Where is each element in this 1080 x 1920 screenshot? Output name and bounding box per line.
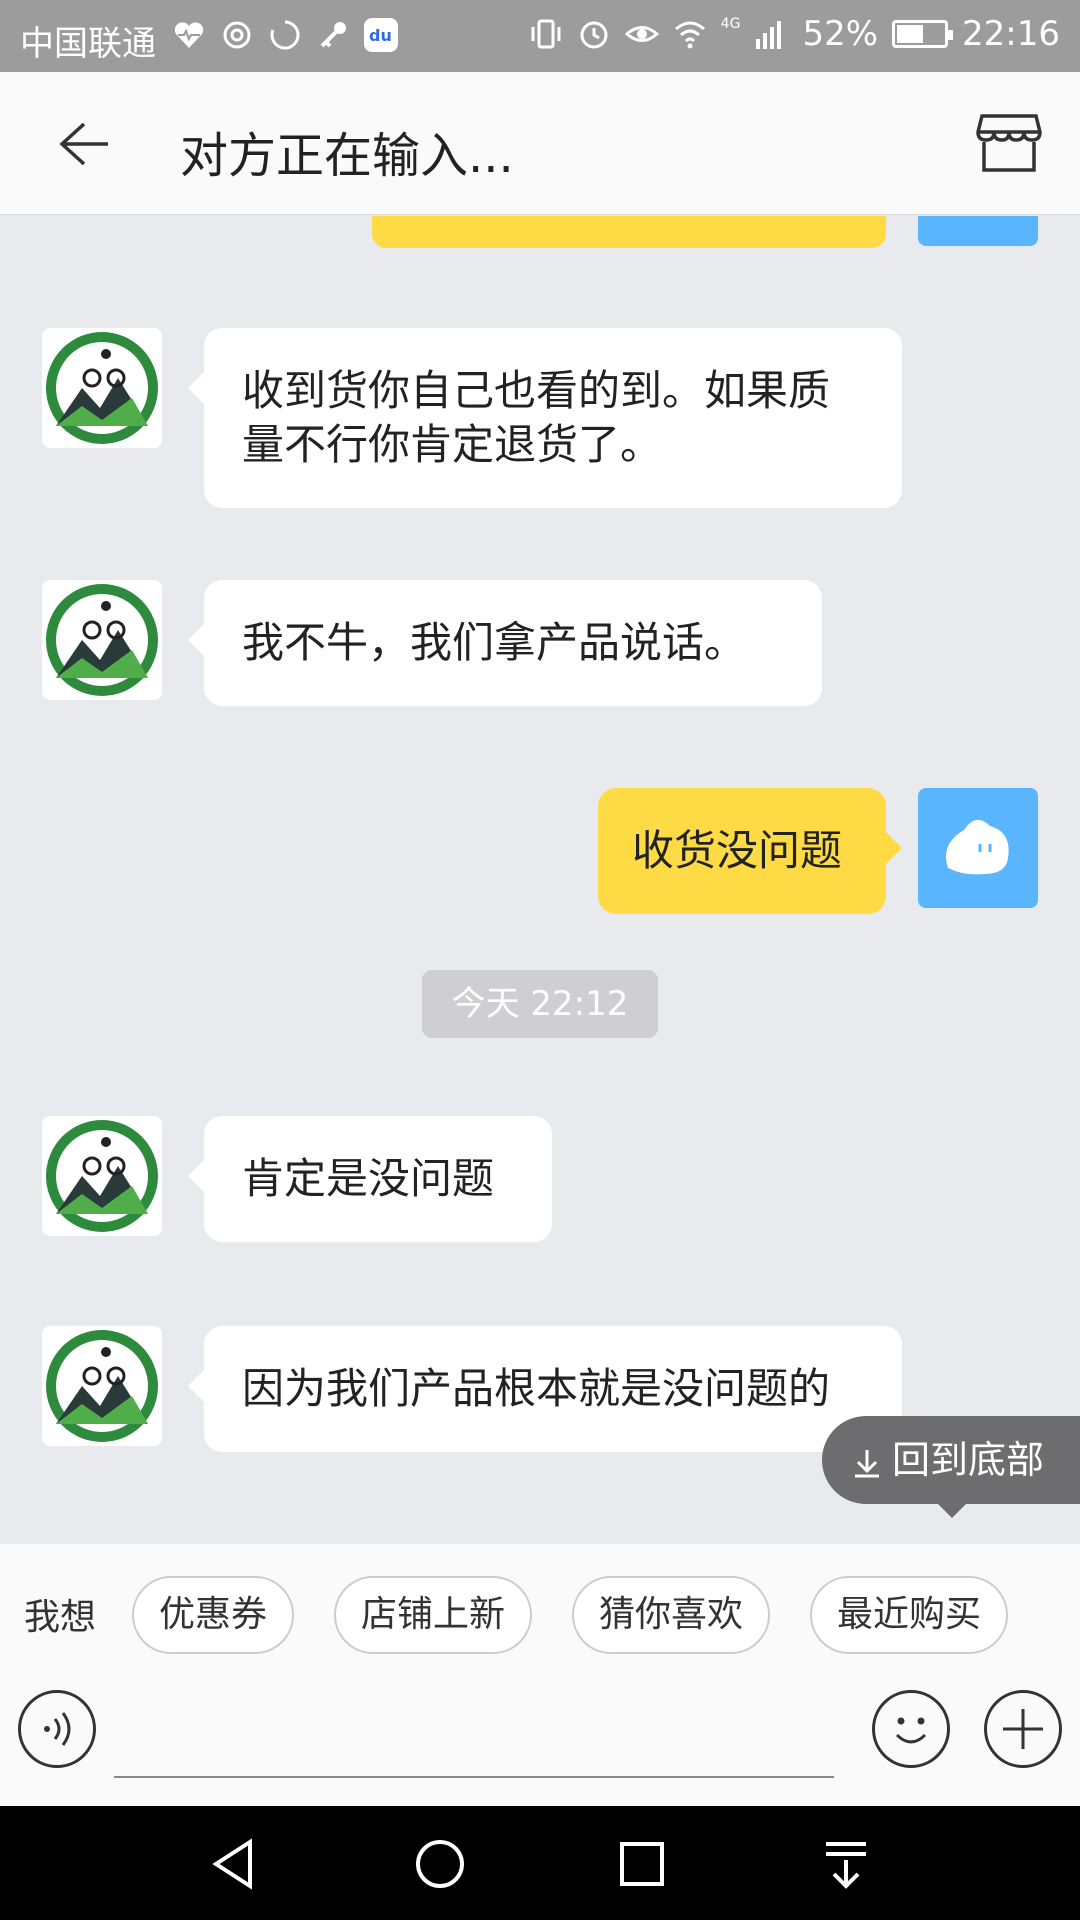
bike-logo-icon [46,584,158,696]
chip-coupon[interactable]: 优惠券 [132,1576,294,1654]
emoji-button[interactable] [872,1690,950,1768]
message-bubble[interactable]: 因为我们产品根本就是没问题的 [188,1326,902,1452]
battery-icon [892,20,954,48]
carrier-name: 中国联通 [20,24,156,64]
voice-button[interactable] [18,1690,96,1768]
status-bar: 中国联通 4G 52% 22:16 [0,0,1080,72]
cloud-face-icon [946,819,1009,875]
seller-avatar[interactable] [42,1116,162,1236]
chat-header: 对方正在输入... [0,72,1080,215]
system-navigation-bar [0,1806,1080,1920]
quick-phrase-bar: 我想 优惠券 店铺上新 猜你喜欢 最近购买 [0,1544,1080,1668]
health-icon [174,22,204,48]
seller-avatar[interactable] [42,580,162,700]
back-to-bottom-label: 回到底部 [892,1438,1045,1482]
seller-avatar[interactable] [42,328,162,448]
baidu-icon [364,18,398,52]
bike-logo-icon [46,1330,158,1442]
alarm-icon [580,21,608,49]
timestamp: 今天 22:12 [422,970,658,1038]
plus-icon [1003,1709,1043,1749]
vibrate-icon [531,19,561,49]
self-message-bubble[interactable]: 收货没问题 [598,788,902,914]
bike-logo-icon [46,332,158,444]
message-bubble[interactable]: 我不牛，我们拿产品说话。 [188,580,822,706]
self-avatar[interactable] [918,788,1038,908]
seller-avatar[interactable] [42,1326,162,1446]
message-bubble[interactable]: 肯定是没问题 [188,1116,552,1242]
page-title: 对方正在输入... [180,128,514,184]
more-options-button[interactable] [984,1690,1062,1768]
voice-icon [44,1712,71,1746]
bike-logo-icon [46,1120,158,1232]
nav-back-icon[interactable] [206,1836,262,1892]
smiley-icon [895,1717,927,1744]
message-input-bar [0,1668,1080,1806]
eye-icon [624,26,659,42]
status-system-icons: 4G 52% 22:16 [529,14,1060,54]
previous-self-bubble [372,216,886,248]
battery-percent: 52% [802,14,879,54]
status-notification-icons [172,18,398,52]
message-bubble[interactable]: 收到货你自己也看的到。如果质量不行你肯定退货了。 [188,328,902,508]
chip-new-arrivals[interactable]: 店铺上新 [334,1576,532,1654]
back-arrow-icon[interactable] [52,114,112,174]
loading-icon [270,20,300,50]
nav-home-icon[interactable] [412,1836,468,1892]
chip-recent-purchase[interactable]: 最近购买 [810,1576,1008,1654]
clock: 22:16 [962,14,1060,54]
chip-guess-you-like[interactable]: 猜你喜欢 [572,1576,770,1654]
network-type: 4G [720,16,741,32]
previous-self-avatar [918,216,1038,246]
nav-recents-icon[interactable] [614,1836,670,1892]
message-input[interactable] [114,1698,834,1778]
wifi-icon [674,21,705,49]
spiral-icon [223,21,251,49]
nav-notification-pull-icon[interactable] [818,1836,874,1892]
back-to-bottom-button[interactable]: 回到底部 [822,1416,1080,1518]
store-icon[interactable] [976,112,1042,174]
key-icon [320,22,346,48]
quick-phrase-label: 我想 [24,1597,97,1638]
signal-icon [756,21,782,49]
chat-message-list[interactable]: 收到货你自己也看的到。如果质量不行你肯定退货了。 我不牛，我们拿产品说话。 收货… [0,216,1080,1544]
download-arrow-icon [855,1449,879,1477]
